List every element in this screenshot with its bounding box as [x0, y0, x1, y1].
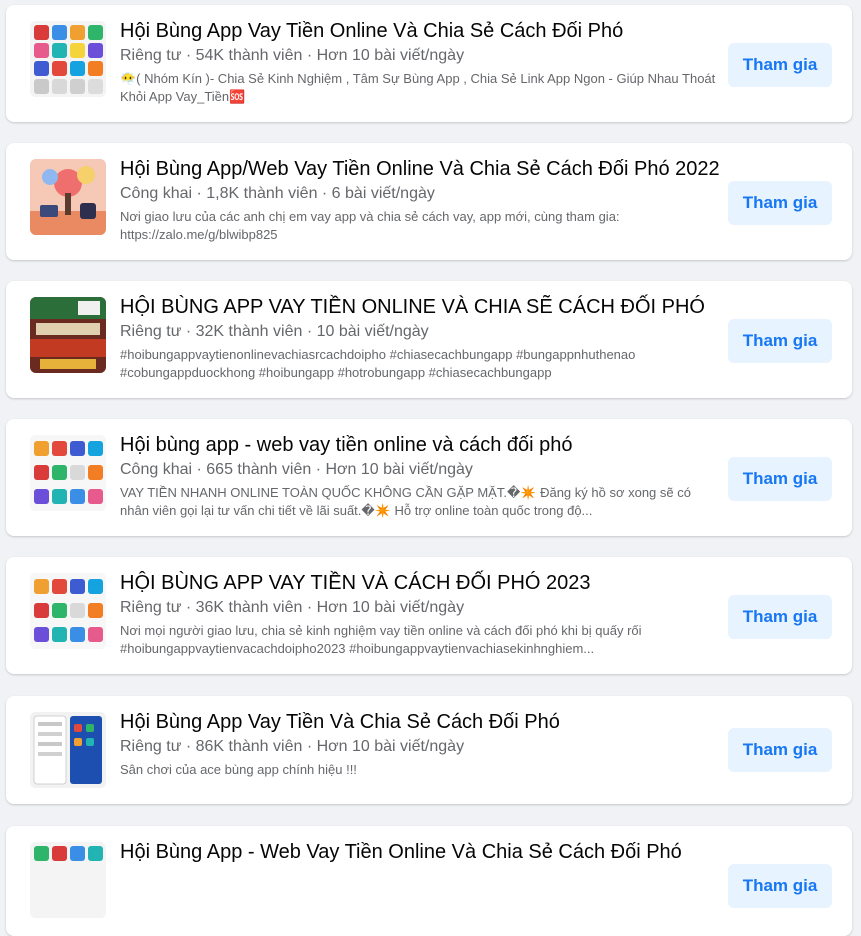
photo-collage-icon	[30, 297, 106, 373]
illustration-icon	[30, 159, 106, 235]
group-card[interactable]: HỘI BÙNG APP VAY TIỀN VÀ CÁCH ĐỐI PHÓ 20…	[6, 557, 852, 674]
group-name[interactable]: HỘI BÙNG APP VAY TIỀN ONLINE VÀ CHIA SẼ …	[120, 294, 720, 320]
group-card[interactable]: Hội Bùng App Vay Tiền Online Và Chia Sẻ …	[6, 5, 852, 122]
group-meta: Riêng tư · 86K thành viên · Hơn 10 bài v…	[120, 738, 465, 755]
group-card[interactable]: Hội bùng app - web vay tiền online và cá…	[6, 419, 852, 536]
join-group-button[interactable]: Tham gia	[728, 319, 832, 363]
group-meta: Riêng tư · 36K thành viên · Hơn 10 bài v…	[120, 599, 465, 616]
group-thumbnail[interactable]	[30, 435, 106, 511]
group-card[interactable]: HỘI BÙNG APP VAY TIỀN ONLINE VÀ CHIA SẼ …	[6, 281, 852, 398]
app-grid-icon	[30, 21, 106, 97]
group-thumbnail[interactable]	[30, 21, 106, 97]
group-name[interactable]: Hội Bùng App Vay Tiền Và Chia Sẻ Cách Đố…	[120, 709, 720, 735]
group-meta: Công khai · 665 thành viên · Hơn 10 bài …	[120, 461, 473, 478]
group-meta: Công khai · 1,8K thành viên · 6 bài viết…	[120, 185, 435, 202]
group-name[interactable]: Hội Bùng App - Web Vay Tiền Online Và Ch…	[120, 839, 720, 865]
join-group-button[interactable]: Tham gia	[728, 43, 832, 87]
group-name[interactable]: Hội bùng app - web vay tiền online và cá…	[120, 432, 720, 458]
group-meta: Riêng tư · 32K thành viên · 10 bài viết/…	[120, 323, 429, 340]
group-results-list: Hội Bùng App Vay Tiền Online Và Chia Sẻ …	[0, 0, 861, 936]
join-group-button[interactable]: Tham gia	[728, 595, 832, 639]
group-description: Nơi mọi người giao lưu, chia sẻ kinh ngh…	[120, 623, 642, 656]
app-grid-icon	[30, 435, 106, 511]
group-description: #hoibungappvaytienonlinevachiasrcachdoip…	[120, 347, 636, 380]
join-group-button[interactable]: Tham gia	[728, 728, 832, 772]
join-group-button[interactable]: Tham gia	[728, 864, 832, 908]
join-group-button[interactable]: Tham gia	[728, 457, 832, 501]
group-name[interactable]: Hội Bùng App Vay Tiền Online Và Chia Sẻ …	[120, 18, 720, 44]
group-thumbnail[interactable]	[30, 297, 106, 373]
group-card[interactable]: Hội Bùng App/Web Vay Tiền Online Và Chia…	[6, 143, 852, 260]
app-grid-icon	[30, 573, 106, 649]
group-thumbnail[interactable]	[30, 842, 106, 918]
group-name[interactable]: Hội Bùng App/Web Vay Tiền Online Và Chia…	[120, 156, 720, 182]
group-card[interactable]: Hội Bùng App - Web Vay Tiền Online Và Ch…	[6, 826, 852, 936]
group-description: VAY TIỀN NHANH ONLINE TOÀN QUỐC KHÔNG CẦ…	[120, 485, 691, 518]
group-description: 😶‍🌫️( Nhóm Kín )- Chia Sẻ Kinh Nghiệm , …	[120, 71, 716, 104]
group-name[interactable]: HỘI BÙNG APP VAY TIỀN VÀ CÁCH ĐỐI PHÓ 20…	[120, 570, 720, 596]
group-description: Sân chơi của ace bùng app chính hiệu !!!	[120, 762, 357, 777]
group-thumbnail[interactable]	[30, 712, 106, 788]
app-grid-icon	[30, 842, 106, 918]
group-card[interactable]: Hội Bùng App Vay Tiền Và Chia Sẻ Cách Đố…	[6, 696, 852, 804]
group-thumbnail[interactable]	[30, 573, 106, 649]
phone-screenshot-icon	[30, 712, 106, 788]
group-meta: Riêng tư · 54K thành viên · Hơn 10 bài v…	[120, 47, 465, 64]
join-group-button[interactable]: Tham gia	[728, 181, 832, 225]
group-description: Nơi giao lưu của các anh chị em vay app …	[120, 209, 620, 242]
group-thumbnail[interactable]	[30, 159, 106, 235]
